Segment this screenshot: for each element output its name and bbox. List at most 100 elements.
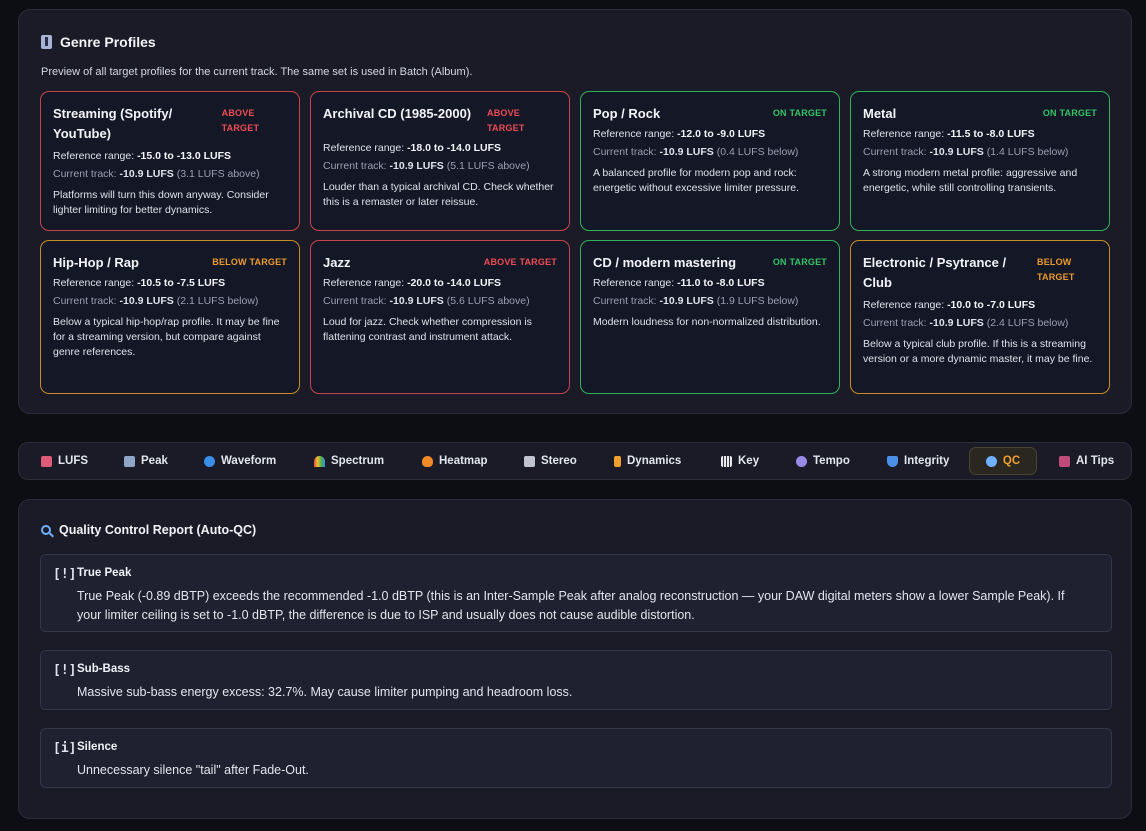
warning-icon: [!] [53,663,77,678]
reference-range: Reference range: -20.0 to -14.0 LUFS [323,277,502,289]
reference-range: Reference range: -11.5 to -8.0 LUFS [863,128,1035,140]
current-track: Current track: -10.9 LUFS (5.1 LUFS abov… [323,160,530,172]
wave-icon [204,455,215,467]
genre-card-name: Pop / Rock [593,106,661,121]
genre-card-pop-rock[interactable]: Pop / Rock ON TARGET Reference range: -1… [580,91,840,231]
genre-card-streaming[interactable]: Streaming (Spotify/ YouTube) ABOVE TARGE… [40,91,300,231]
tab-label: Key [738,455,760,467]
tab-key[interactable]: Key [711,447,769,475]
qc-item-title: True Peak [77,567,132,579]
music-note-icon [796,455,807,467]
tab-waveform[interactable]: Waveform [194,447,286,475]
genre-card-name: Metal [863,106,897,121]
reference-range: Reference range: -11.0 to -8.0 LUFS [593,277,765,289]
thermometer-icon [41,35,52,49]
tab-label: Dynamics [627,455,682,467]
tab-label: Spectrum [331,455,385,467]
current-track: Current track: -10.9 LUFS (0.4 LUFS belo… [593,146,799,158]
reference-range: Reference range: -12.0 to -9.0 LUFS [593,128,766,140]
current-track: Current track: -10.9 LUFS (2.1 LUFS belo… [53,295,259,307]
genre-card-description: Louder than a typical archival CD. Check… [323,181,554,208]
genre-card-name: Jazz [323,255,351,270]
genre-card-archival-cd[interactable]: Archival CD (1985-2000) ABOVE TARGET Ref… [310,91,570,231]
genre-profiles-subtitle: Preview of all target profiles for the c… [41,66,473,78]
shield-icon [887,455,898,467]
tab-qc[interactable]: QC [969,447,1037,475]
genre-card-description: A strong modern metal profile: aggressiv… [863,167,1078,194]
reference-range: Reference range: -15.0 to -13.0 LUFS [53,150,232,162]
genre-profiles-panel: Genre Profiles Preview of all target pro… [18,9,1132,414]
genre-card-description: Loud for jazz. Check whether compression… [323,316,532,343]
tab-stereo[interactable]: Stereo [514,447,587,475]
tab-ai-tips[interactable]: AI Tips [1049,447,1124,475]
tab-integrity[interactable]: Integrity [877,447,959,475]
tab-label: Stereo [541,455,577,467]
qc-item-sub-bass: [!] Sub-Bass Massive sub-bass energy exc… [40,650,1112,710]
tab-tempo[interactable]: Tempo [786,447,860,475]
genre-card-name: Archival CD (1985-2000) [323,106,472,121]
status-badge: ON TARGET [1042,108,1097,118]
qc-item-text: Massive sub-bass energy excess: 32.7%. M… [77,685,573,699]
tab-label: QC [1002,455,1021,467]
reference-range: Reference range: -10.5 to -7.5 LUFS [53,277,226,289]
tab-label: Heatmap [439,455,488,467]
genre-card-jazz[interactable]: Jazz ABOVE TARGET Reference range: -20.0… [310,240,570,394]
qc-item-true-peak: [!] True Peak True Peak (-0.89 dBTP) exc… [40,554,1112,632]
status-badge: ON TARGET [772,257,827,267]
info-icon: [i] [53,741,77,756]
status-badge: ABOVE TARGET [221,108,260,133]
status-badge: ABOVE TARGET [487,108,525,133]
tab-label: Waveform [221,455,277,467]
status-badge: BELOW TARGET [1037,257,1075,282]
reference-range: Reference range: -18.0 to -14.0 LUFS [323,142,502,154]
tab-heatmap[interactable]: Heatmap [412,447,498,475]
qc-item-silence: [i] Silence Unnecessary silence "tail" a… [40,728,1112,788]
qc-report-title: Quality Control Report (Auto-QC) [59,523,257,537]
genre-card-name: Electronic / Psytrance / Club [863,255,1007,290]
current-track: Current track: -10.9 LUFS (2.4 LUFS belo… [863,317,1069,329]
genre-card-description: A balanced profile for modern pop and ro… [593,167,800,194]
status-badge: ON TARGET [772,108,827,118]
current-track: Current track: -10.9 LUFS (1.9 LUFS belo… [593,295,799,307]
genre-card-description: Platforms will turn this down anyway. Co… [53,189,269,216]
tab-label: Integrity [904,455,950,467]
tab-spectrum[interactable]: Spectrum [304,447,394,475]
genre-card-metal[interactable]: Metal ON TARGET Reference range: -11.5 t… [850,91,1110,231]
current-track: Current track: -10.9 LUFS (1.4 LUFS belo… [863,146,1069,158]
fire-icon [422,455,433,467]
genre-card-description: Modern loudness for non-normalized distr… [593,316,821,328]
bar-chart-icon [41,455,52,467]
genre-card-name: Streaming (Spotify/ YouTube) [53,106,173,141]
tab-label: LUFS [58,455,89,467]
genre-card-hip-hop[interactable]: Hip-Hop / Rap BELOW TARGET Reference ran… [40,240,300,394]
status-badge: ABOVE TARGET [483,257,557,267]
robot-icon [1059,455,1070,467]
lightning-icon [614,455,621,467]
qc-report-panel: Quality Control Report (Auto-QC) [!] Tru… [18,499,1132,819]
tab-label: AI Tips [1076,455,1115,467]
current-track: Current track: -10.9 LUFS (5.6 LUFS abov… [323,295,530,307]
qc-item-title: Sub-Bass [77,663,131,675]
genre-card-description: Below a typical club profile. If this is… [863,338,1093,365]
magnifier-icon [985,455,997,467]
tab-peak[interactable]: Peak [114,447,178,475]
genre-card-cd-modern[interactable]: CD / modern mastering ON TARGET Referenc… [580,240,840,394]
status-badge: BELOW TARGET [212,257,287,267]
tab-dynamics[interactable]: Dynamics [604,447,691,475]
magnifier-icon [41,525,51,535]
genre-card-name: CD / modern mastering [593,255,737,270]
rainbow-icon [314,455,325,467]
qc-report-header: Quality Control Report (Auto-QC) [41,523,256,537]
genre-card-description: Below a typical hip-hop/rap profile. It … [53,316,280,358]
current-track: Current track: -10.9 LUFS (3.1 LUFS abov… [53,168,260,180]
qc-item-title: Silence [77,741,118,753]
tab-label: Peak [141,455,168,467]
tab-label: Tempo [813,455,850,467]
line-chart-icon [124,455,135,467]
qc-item-text: Unnecessary silence "tail" after Fade-Ou… [77,763,309,777]
tab-lufs[interactable]: LUFS [31,447,98,475]
genre-card-electronic[interactable]: Electronic / Psytrance / Club BELOW TARG… [850,240,1110,394]
speaker-icon [524,455,535,467]
warning-icon: [!] [53,567,77,582]
genre-card-name: Hip-Hop / Rap [53,255,139,270]
